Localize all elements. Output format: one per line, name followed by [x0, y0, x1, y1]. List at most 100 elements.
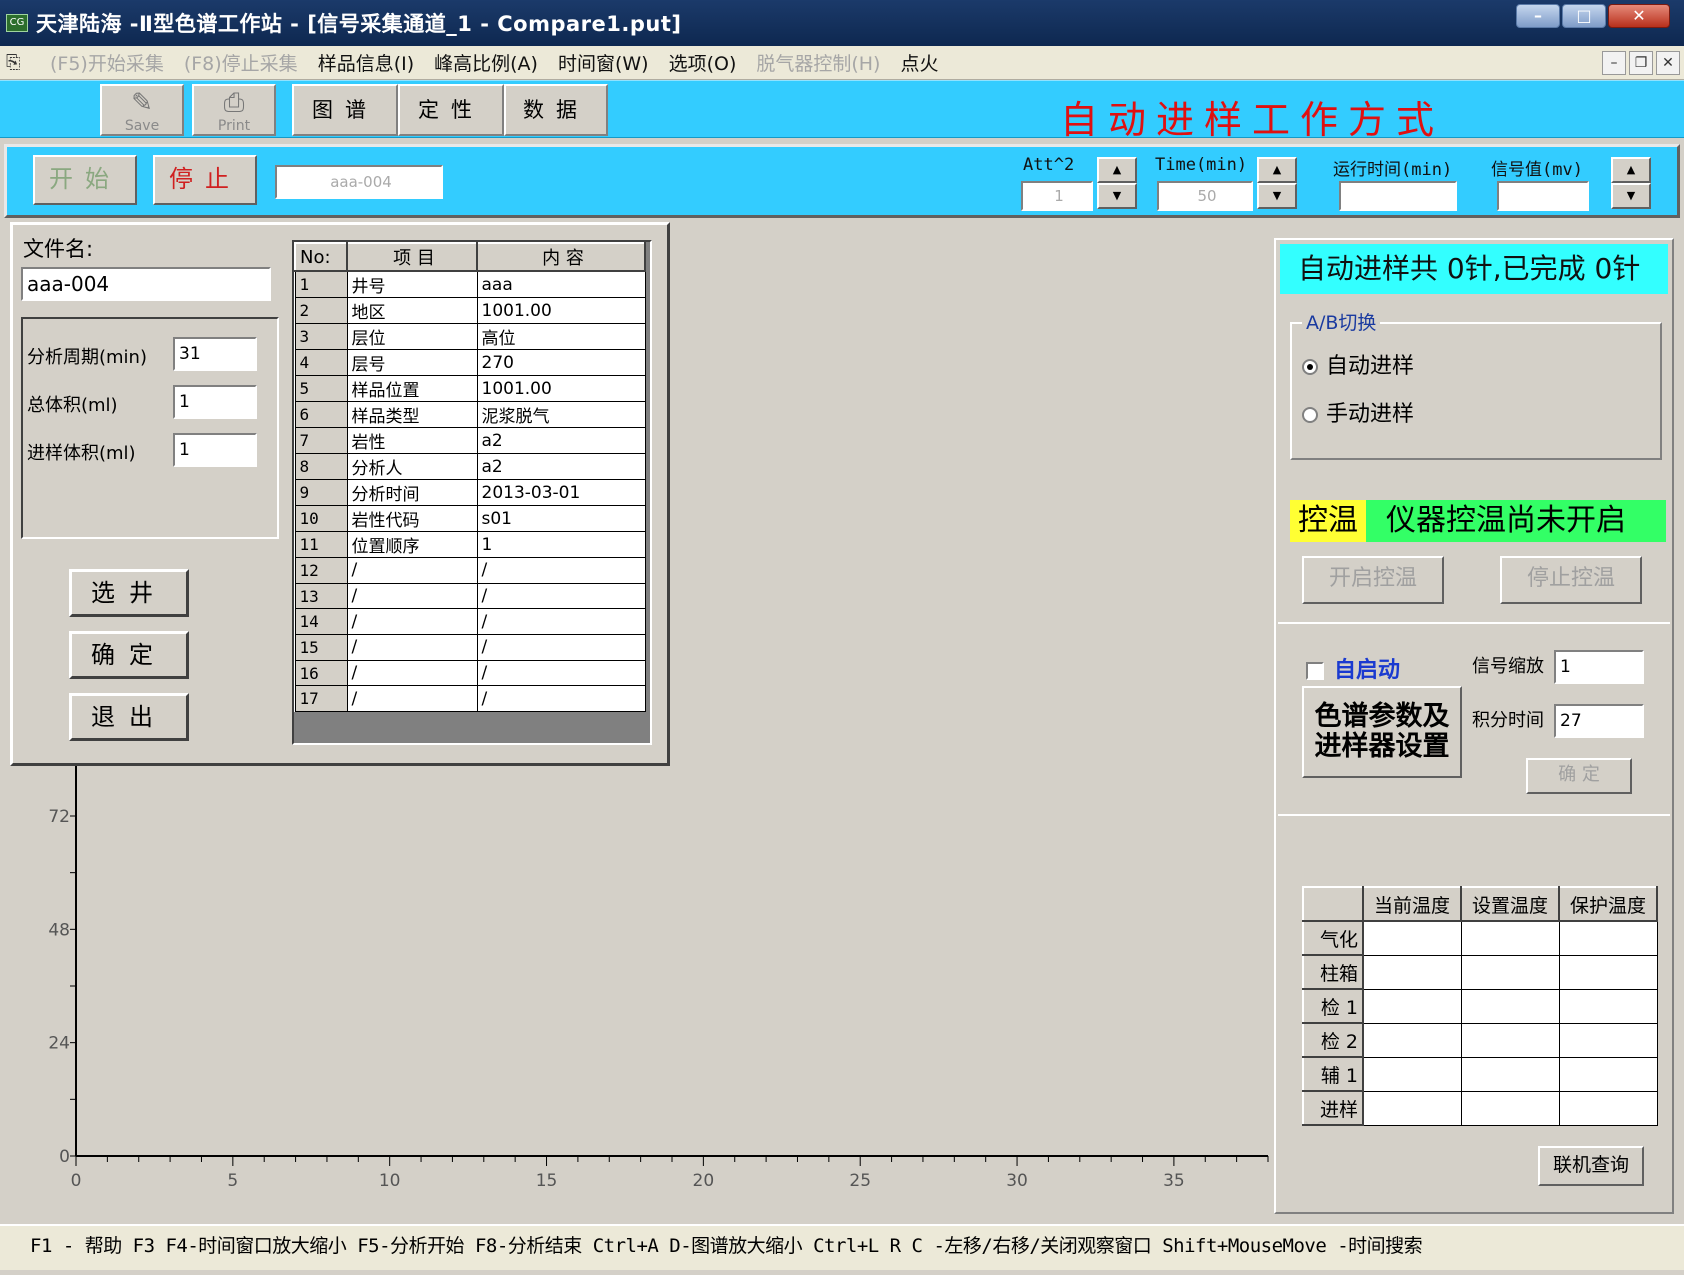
minimize-icon[interactable]: –: [1516, 4, 1560, 28]
tab-data[interactable]: 数据: [504, 84, 608, 136]
table-cell-item[interactable]: 分析人: [346, 453, 478, 480]
close-icon[interactable]: ✕: [1608, 4, 1670, 28]
exit-button[interactable]: 退出: [69, 693, 189, 741]
select-well-button[interactable]: 选井: [69, 569, 189, 617]
table-cell-content[interactable]: 1001.00: [476, 375, 646, 402]
table-cell-no[interactable]: 15: [294, 634, 348, 661]
document-icon[interactable]: ⎘: [6, 52, 30, 74]
tab-chromatogram[interactable]: 图谱: [292, 84, 398, 136]
table-cell-item[interactable]: /: [346, 608, 478, 636]
table-cell-no[interactable]: 17: [294, 685, 348, 713]
table-row[interactable]: 14//: [294, 608, 646, 636]
table-cell-content[interactable]: a2: [476, 427, 646, 454]
table-cell-content[interactable]: /: [476, 557, 646, 584]
menu-peak-ratio[interactable]: 峰高比例(A): [434, 49, 538, 76]
table-cell-content[interactable]: /: [476, 685, 646, 713]
signal-down-icon[interactable]: ▼: [1611, 183, 1651, 209]
table-cell-no[interactable]: 12: [294, 557, 348, 584]
mdi-minimize-icon[interactable]: –: [1602, 51, 1626, 75]
sample-name-field[interactable]: aaa-004: [275, 165, 443, 199]
table-cell-content[interactable]: 1: [476, 531, 646, 558]
table-cell-no[interactable]: 2: [294, 297, 348, 324]
chromatograph-settings-button[interactable]: 色谱参数及 进样器设置: [1302, 686, 1462, 778]
start-button[interactable]: 开始: [33, 155, 137, 205]
menu-sample-info[interactable]: 样品信息(I): [318, 49, 414, 76]
mdi-restore-icon[interactable]: ❐: [1629, 51, 1653, 75]
table-cell-item[interactable]: /: [346, 582, 478, 610]
integral-time-field[interactable]: 27: [1554, 704, 1644, 738]
table-cell-content[interactable]: /: [476, 608, 646, 636]
save-button[interactable]: ✎ Save: [100, 84, 184, 136]
table-cell-content[interactable]: 270: [476, 349, 646, 376]
period-field[interactable]: 31: [173, 337, 257, 371]
total-volume-field[interactable]: 1: [173, 385, 257, 419]
table-row[interactable]: 2 地区 1001.00: [294, 297, 646, 324]
table-cell-item[interactable]: 岩性代码: [346, 505, 478, 532]
table-cell-no[interactable]: 8: [294, 453, 348, 480]
table-cell-no[interactable]: 11: [294, 531, 348, 558]
table-row[interactable]: 3 层位 高位: [294, 323, 646, 350]
table-cell-content[interactable]: 2013-03-01: [476, 479, 646, 506]
print-button[interactable]: ⎙ Print: [192, 84, 276, 136]
table-cell-content[interactable]: a2: [476, 453, 646, 480]
table-cell-item[interactable]: 样品类型: [346, 401, 478, 428]
table-cell-no[interactable]: 7: [294, 427, 348, 454]
table-row[interactable]: 17//: [294, 685, 646, 713]
table-cell-item[interactable]: 地区: [346, 297, 478, 324]
time-spinner[interactable]: ▲ ▼: [1257, 157, 1297, 209]
stop-temp-control-button[interactable]: 停止控温: [1500, 556, 1642, 604]
table-row[interactable]: 16//: [294, 659, 646, 687]
table-cell-item[interactable]: 层号: [346, 349, 478, 376]
confirm-button[interactable]: 确定: [69, 631, 189, 679]
table-row[interactable]: 12//: [294, 557, 646, 584]
table-cell-content[interactable]: /: [476, 659, 646, 687]
table-cell-content[interactable]: s01: [476, 505, 646, 532]
maximize-icon[interactable]: □: [1562, 4, 1606, 28]
table-row[interactable]: 8 分析人 a2: [294, 453, 646, 480]
table-cell-content[interactable]: /: [476, 634, 646, 661]
table-row[interactable]: 11 位置顺序 1: [294, 531, 646, 558]
table-row[interactable]: 7 岩性 a2: [294, 427, 646, 454]
table-cell-item[interactable]: /: [346, 557, 478, 584]
start-temp-control-button[interactable]: 开启控温: [1302, 556, 1444, 604]
table-cell-no[interactable]: 4: [294, 349, 348, 376]
table-cell-no[interactable]: 6: [294, 401, 348, 428]
att-up-icon[interactable]: ▲: [1097, 157, 1137, 183]
menu-options[interactable]: 选项(O): [669, 49, 737, 76]
table-cell-no[interactable]: 10: [294, 505, 348, 532]
att-down-icon[interactable]: ▼: [1097, 183, 1137, 209]
menu-time-window[interactable]: 时间窗(W): [558, 49, 649, 76]
filename-field[interactable]: aaa-004: [21, 267, 271, 301]
table-cell-content[interactable]: 高位: [476, 323, 646, 350]
table-cell-no[interactable]: 13: [294, 582, 348, 610]
table-cell-content[interactable]: aaa: [476, 270, 646, 298]
att-field[interactable]: 1: [1021, 181, 1093, 211]
signal-scale-field[interactable]: 1: [1554, 650, 1644, 684]
auto-inject-radio[interactable]: 自动进样: [1302, 348, 1414, 380]
table-cell-no[interactable]: 16: [294, 659, 348, 687]
table-row[interactable]: 13//: [294, 582, 646, 610]
table-row[interactable]: 5 样品位置 1001.00: [294, 375, 646, 402]
table-row[interactable]: 4 层号 270: [294, 349, 646, 376]
table-cell-no[interactable]: 14: [294, 608, 348, 636]
table-cell-no[interactable]: 5: [294, 375, 348, 402]
table-row[interactable]: 15//: [294, 634, 646, 661]
autostart-checkbox[interactable]: 自启动: [1306, 652, 1400, 684]
table-cell-item[interactable]: 样品位置: [346, 375, 478, 402]
table-cell-no[interactable]: 1: [294, 270, 348, 298]
table-row[interactable]: 6 样品类型 泥浆脱气: [294, 401, 646, 428]
menu-degasser-control[interactable]: 脱气器控制(H): [756, 49, 880, 76]
signal-spinner[interactable]: ▲ ▼: [1611, 157, 1651, 209]
time-field[interactable]: 50: [1157, 181, 1253, 211]
table-cell-item[interactable]: 井号: [346, 270, 478, 298]
inject-volume-field[interactable]: 1: [173, 433, 257, 467]
table-cell-no[interactable]: 9: [294, 479, 348, 506]
menu-ignite[interactable]: 点火: [900, 49, 938, 76]
table-cell-item[interactable]: /: [346, 685, 478, 713]
table-cell-item[interactable]: 岩性: [346, 427, 478, 454]
table-cell-item[interactable]: 层位: [346, 323, 478, 350]
table-cell-no[interactable]: 3: [294, 323, 348, 350]
table-cell-content[interactable]: 泥浆脱气: [476, 401, 646, 428]
table-cell-item[interactable]: /: [346, 659, 478, 687]
table-row[interactable]: 1 井号 aaa: [294, 270, 646, 298]
